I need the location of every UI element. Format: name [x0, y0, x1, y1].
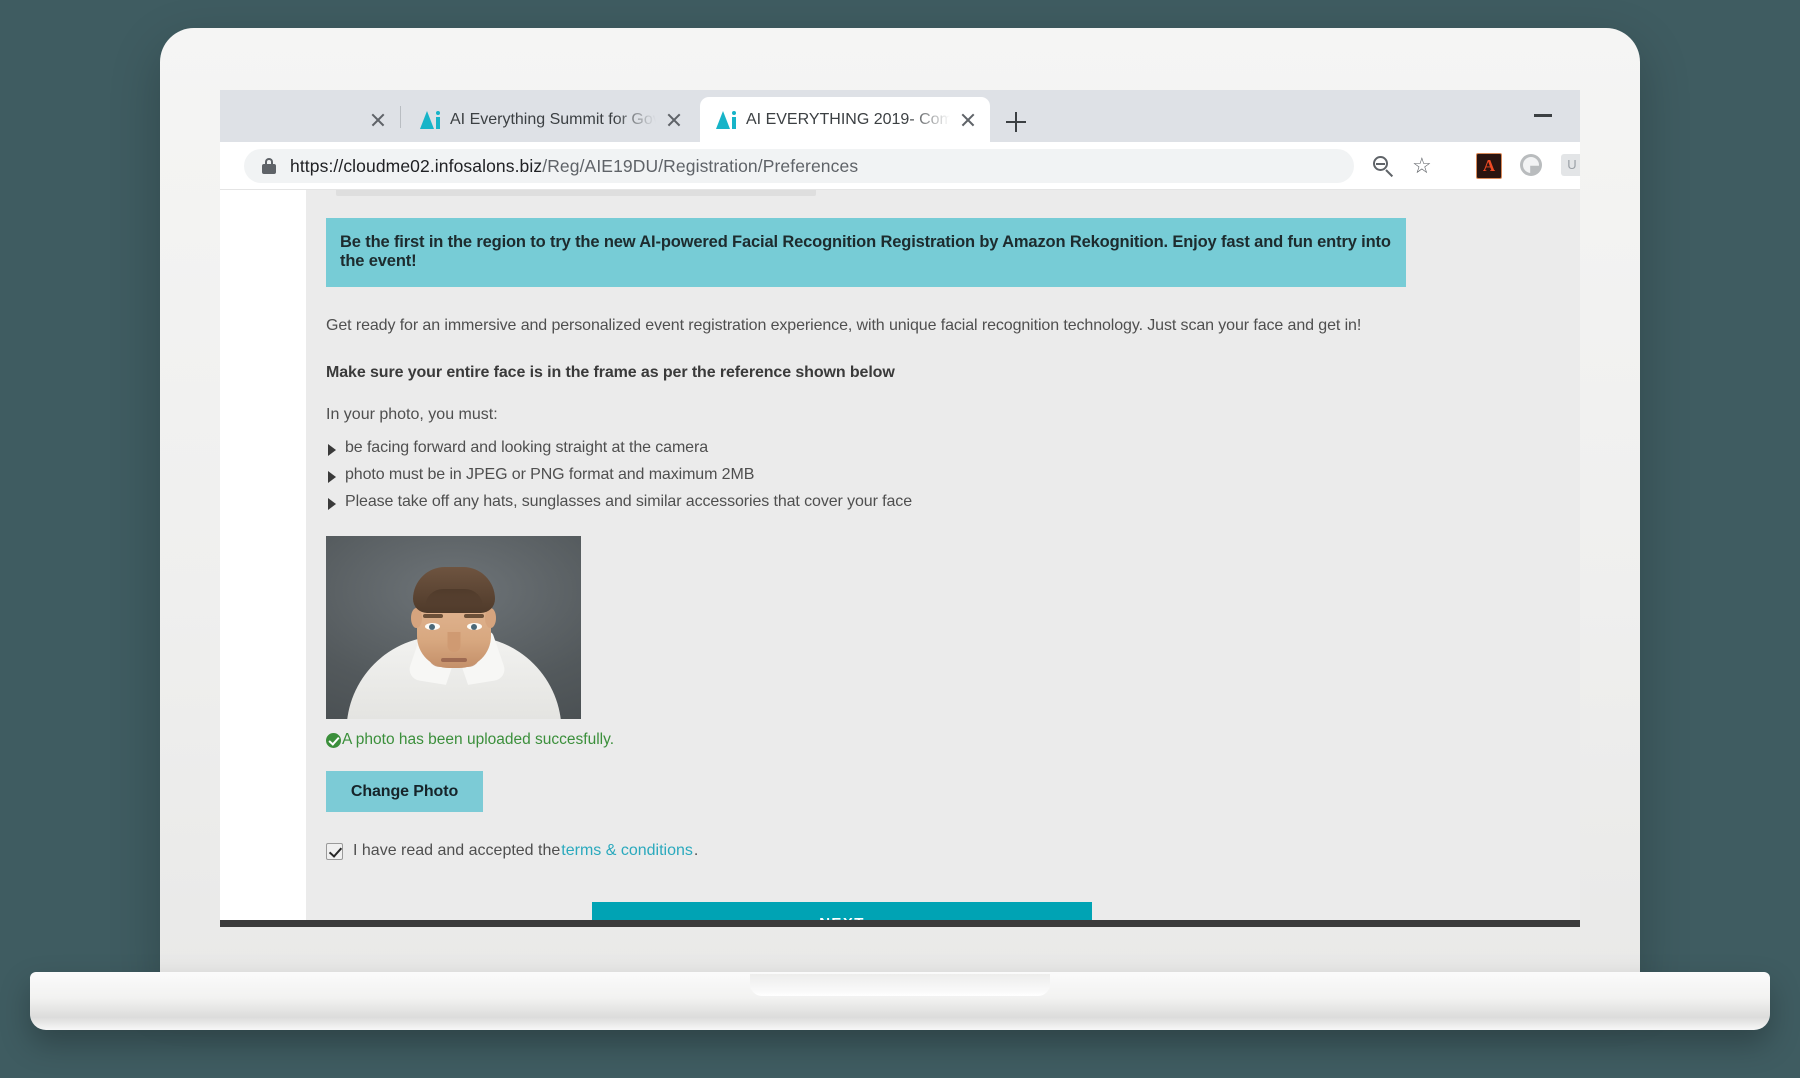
browser-window: s Ebadge AI Everything Summit for Gov & …	[220, 90, 1580, 920]
check-circle-icon	[326, 732, 341, 748]
tab-title: s Ebadge	[220, 111, 360, 129]
star-glyph: ☆	[1412, 153, 1432, 178]
registration-content-panel: Be the first in the region to try the ne…	[306, 190, 1580, 920]
list-item: Please take off any hats, sunglasses and…	[326, 493, 1426, 511]
intro-paragraph: Get ready for an immersive and personali…	[326, 317, 1362, 334]
extension-circle-icon[interactable]	[1520, 154, 1542, 176]
browser-tab-2[interactable]: AI Everything Summit for Gov & D	[404, 97, 696, 142]
adobe-acrobat-extension-icon[interactable]: A	[1476, 153, 1502, 179]
change-photo-button[interactable]: Change Photo	[326, 771, 483, 812]
browser-toolbar: https://cloudme02.infosalons.biz/Reg/AIE…	[220, 142, 1580, 190]
acrobat-glyph: A	[1482, 156, 1496, 175]
promo-banner: Be the first in the region to try the ne…	[326, 218, 1406, 287]
screen-bottom-edge	[220, 920, 1580, 927]
terms-checkbox[interactable]	[326, 842, 343, 860]
address-bar[interactable]: https://cloudme02.infosalons.biz/Reg/AIE…	[244, 149, 1354, 183]
frame-instruction-heading: Make sure your entire face is in the fra…	[326, 364, 895, 381]
terms-prefix-text: I have read and accepted the	[353, 842, 561, 859]
zoom-out-icon[interactable]	[1371, 154, 1395, 178]
tab-separator	[400, 106, 401, 128]
new-tab-button[interactable]	[1002, 108, 1030, 136]
upload-success-message: A photo has been uploaded succesfully.	[326, 731, 1426, 749]
close-icon[interactable]	[662, 108, 686, 132]
lock-icon	[262, 158, 276, 174]
url-text: https://cloudme02.infosalons.biz/Reg/AIE…	[290, 156, 858, 177]
uploaded-photo	[326, 536, 581, 719]
requirements-lead-in: In your photo, you must:	[326, 406, 498, 423]
list-item: photo must be in JPEG or PNG format and …	[326, 466, 1426, 484]
close-icon[interactable]	[956, 108, 980, 132]
terms-suffix-text: .	[693, 842, 699, 859]
extension-u-icon[interactable]: U	[1561, 154, 1580, 176]
upload-success-text: A photo has been uploaded succesfully.	[342, 731, 615, 748]
minimize-window-button[interactable]	[1534, 114, 1552, 117]
terms-and-conditions-link[interactable]: terms & conditions	[561, 842, 693, 860]
next-button[interactable]: NEXT	[592, 902, 1092, 920]
browser-tab-1[interactable]: s Ebadge	[220, 97, 400, 142]
tab-title: AI Everything Summit for Gov & D	[450, 110, 656, 128]
url-path: /Reg/AIE19DU/Registration/Preferences	[542, 155, 859, 176]
list-item: be facing forward and looking straight a…	[326, 439, 1426, 457]
tab-title: AI EVERYTHING 2019- Company	[746, 110, 950, 128]
browser-tab-3-active[interactable]: AI EVERYTHING 2019- Company	[700, 97, 990, 142]
browser-tab-strip: s Ebadge AI Everything Summit for Gov & …	[220, 90, 1580, 142]
terms-acceptance-row: I have read and accepted the terms & con…	[326, 842, 1426, 860]
url-host: https://cloudme02.infosalons.biz	[290, 155, 543, 176]
ai-logo-icon	[716, 110, 736, 130]
laptop-mockup: s Ebadge AI Everything Summit for Gov & …	[30, 28, 1770, 1030]
page-viewport: Be the first in the region to try the ne…	[220, 190, 1580, 920]
laptop-base-notch	[750, 974, 1050, 996]
photo-requirements-list: be facing forward and looking straight a…	[326, 439, 1426, 511]
close-icon[interactable]	[366, 108, 390, 132]
laptop-screen: s Ebadge AI Everything Summit for Gov & …	[220, 90, 1580, 920]
ai-logo-icon	[420, 110, 440, 130]
bookmark-star-icon[interactable]: ☆	[1411, 154, 1435, 178]
